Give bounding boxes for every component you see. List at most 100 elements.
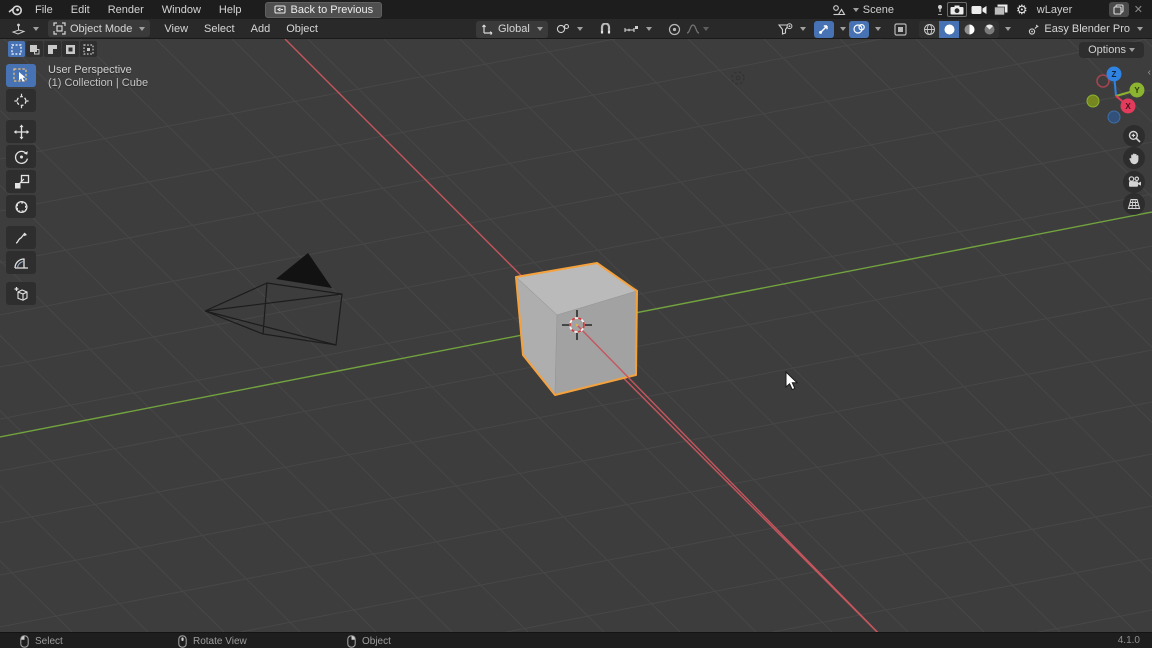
chevron-down-icon: [577, 27, 583, 31]
tool-shelf: [6, 64, 36, 307]
tool-move[interactable]: [6, 120, 36, 143]
navigation-gizmo[interactable]: Z Y X: [1086, 66, 1146, 126]
chevron-down-icon: [139, 27, 145, 31]
gizmo-neg-y[interactable]: [1087, 95, 1099, 107]
gizmo-neg-z[interactable]: [1108, 111, 1120, 123]
sidebar-toggle-icon[interactable]: ‹: [1148, 67, 1151, 78]
shading-solid-button[interactable]: [939, 21, 959, 38]
orientation-dropdown[interactable]: Global: [476, 21, 548, 38]
hint-select: Select: [20, 633, 63, 648]
view-breadcrumb: (1) Collection | Cube: [48, 77, 148, 90]
proportional-editing-toggle[interactable]: [665, 21, 685, 38]
gizmo-z[interactable]: Z: [1107, 67, 1122, 82]
gizmos-toggle[interactable]: [814, 21, 834, 38]
menu-select[interactable]: Select: [196, 21, 243, 37]
back-to-previous-button[interactable]: Back to Previous: [265, 2, 383, 18]
hint-rotate-view: Rotate View: [178, 633, 247, 648]
select-mode-extend[interactable]: [26, 41, 43, 57]
renderlayers-icon[interactable]: [991, 4, 1011, 16]
grid-perspective-icon: [1127, 198, 1141, 210]
tool-rotate[interactable]: [6, 145, 36, 168]
menu-file[interactable]: File: [26, 2, 62, 18]
camera-view-button[interactable]: [1123, 171, 1145, 193]
addon-dropdown[interactable]: Easy Blender Pro: [1022, 21, 1148, 38]
menu-render[interactable]: Render: [99, 2, 153, 18]
gizmo-x[interactable]: X: [1121, 99, 1136, 114]
tool-cursor[interactable]: [6, 89, 36, 112]
chevron-down-icon[interactable]: [875, 27, 881, 31]
show-object-types-dropdown[interactable]: [773, 21, 811, 38]
gizmo-arrow-icon: [818, 23, 830, 35]
back-to-previous-label: Back to Previous: [291, 4, 374, 16]
mouse-middle-icon: [178, 635, 187, 648]
version-label: 4.1.0: [1118, 635, 1140, 646]
pin-icon[interactable]: [935, 4, 945, 16]
tool-add-cube[interactable]: [6, 282, 36, 305]
menu-add[interactable]: Add: [243, 21, 279, 37]
mouse-pointer-icon: [785, 371, 799, 391]
select-mode-group: [8, 41, 97, 57]
gear-icon[interactable]: ⚙: [1013, 3, 1031, 16]
menu-window[interactable]: Window: [153, 2, 210, 18]
blender-logo-icon[interactable]: [6, 3, 24, 17]
view-name: User Perspective: [48, 64, 148, 77]
pivot-point-icon: [556, 23, 570, 35]
editor-3d-viewport-icon: [11, 23, 26, 35]
shading-material-button[interactable]: [959, 21, 979, 38]
chevron-down-icon[interactable]: [1005, 27, 1011, 31]
hint-object-label: Object: [362, 636, 391, 647]
scene-selector[interactable]: Scene: [828, 2, 933, 18]
chevron-down-icon: [537, 27, 543, 31]
rendered-sphere-icon: [983, 23, 996, 36]
select-mode-intersect[interactable]: [80, 41, 97, 57]
shading-wireframe-button[interactable]: [919, 21, 939, 38]
select-mode-set[interactable]: [8, 41, 25, 57]
menu-view[interactable]: View: [156, 21, 196, 37]
camera-icon[interactable]: [947, 2, 967, 17]
transform-controls: Global: [476, 20, 708, 38]
scene-canvas[interactable]: [0, 39, 1152, 632]
mode-dropdown[interactable]: Object Mode: [48, 20, 150, 37]
chevron-down-icon[interactable]: [840, 27, 846, 31]
close-icon[interactable]: ✕: [1131, 3, 1146, 16]
overlays-icon: [853, 23, 866, 35]
zoom-button[interactable]: [1123, 125, 1145, 147]
viewport-header: Object Mode View Select Add Object Globa…: [0, 19, 1152, 39]
menu-object[interactable]: Object: [278, 21, 326, 37]
select-mode-invert[interactable]: [62, 41, 79, 57]
gizmo-y[interactable]: Y: [1130, 83, 1145, 98]
xray-toggle[interactable]: [890, 21, 910, 38]
video-camera-icon[interactable]: [969, 5, 989, 15]
overlays-toggle[interactable]: [849, 21, 869, 38]
menu-edit[interactable]: Edit: [62, 2, 99, 18]
orthographic-toggle-button[interactable]: [1123, 193, 1145, 215]
select-mode-subtract[interactable]: [44, 41, 61, 57]
tool-select-box[interactable]: [6, 64, 36, 87]
chevron-down-icon: [33, 27, 39, 31]
shading-segment: [919, 21, 999, 38]
chevron-down-icon: [646, 27, 652, 31]
editor-type-button[interactable]: [6, 20, 44, 37]
chevron-down-icon: [800, 27, 806, 31]
tool-scale[interactable]: [6, 170, 36, 193]
snap-toggle[interactable]: [596, 21, 616, 38]
falloff-dropdown[interactable]: [688, 21, 708, 38]
hint-rotate-view-label: Rotate View: [193, 636, 247, 647]
topbar-right: Scene ⚙ wLayer ✕: [828, 0, 1152, 19]
wireframe-sphere-icon: [923, 23, 936, 36]
options-button[interactable]: Options: [1079, 42, 1144, 58]
scene-name: Scene: [863, 4, 929, 16]
tool-transform[interactable]: [6, 195, 36, 218]
tool-measure[interactable]: [6, 251, 36, 274]
view-layer-field[interactable]: wLayer: [1033, 2, 1107, 18]
viewport-3d[interactable]: Options User Perspective (1) Collection …: [0, 39, 1152, 632]
copy-new-layer-icon[interactable]: [1109, 2, 1129, 17]
mouse-left-icon: [20, 635, 29, 648]
snap-target-dropdown[interactable]: [619, 21, 657, 38]
shading-rendered-button[interactable]: [979, 21, 999, 38]
menu-help[interactable]: Help: [210, 2, 251, 18]
pivot-dropdown[interactable]: [551, 21, 588, 38]
material-sphere-icon: [963, 23, 976, 36]
tool-annotate[interactable]: [6, 226, 36, 249]
pan-button[interactable]: [1123, 147, 1145, 169]
